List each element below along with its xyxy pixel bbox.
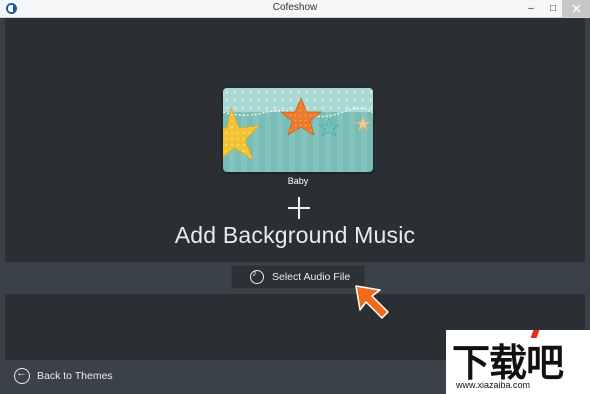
maximize-button[interactable]: □ <box>544 0 562 17</box>
window-titlebar: Cofeshow – □ <box>0 0 590 18</box>
music-note-icon <box>250 268 264 284</box>
back-arrow-icon <box>14 367 30 384</box>
watermark-url: www.xiazaiba.com <box>456 380 531 390</box>
close-button[interactable] <box>562 0 590 17</box>
back-to-themes-button[interactable]: Back to Themes <box>14 367 113 384</box>
theme-thumbnail[interactable] <box>223 88 373 172</box>
baby-theme-image <box>223 88 373 172</box>
watermark-logo-text: 下载吧 <box>452 341 564 385</box>
select-audio-label: Select Audio File <box>272 271 351 283</box>
page-heading: Add Background Music <box>174 222 416 248</box>
window-title: Cofeshow <box>272 2 318 13</box>
select-audio-button[interactable]: Select Audio File <box>231 265 365 289</box>
theme-name: Baby <box>287 176 309 186</box>
pointer-arrow-icon <box>355 285 389 319</box>
plus-icon <box>288 197 310 219</box>
watermark: 下载吧 www.xiazaiba.com <box>446 330 590 394</box>
minimize-button[interactable]: – <box>522 0 540 17</box>
close-icon <box>572 4 580 13</box>
back-to-themes-label: Back to Themes <box>37 370 113 382</box>
